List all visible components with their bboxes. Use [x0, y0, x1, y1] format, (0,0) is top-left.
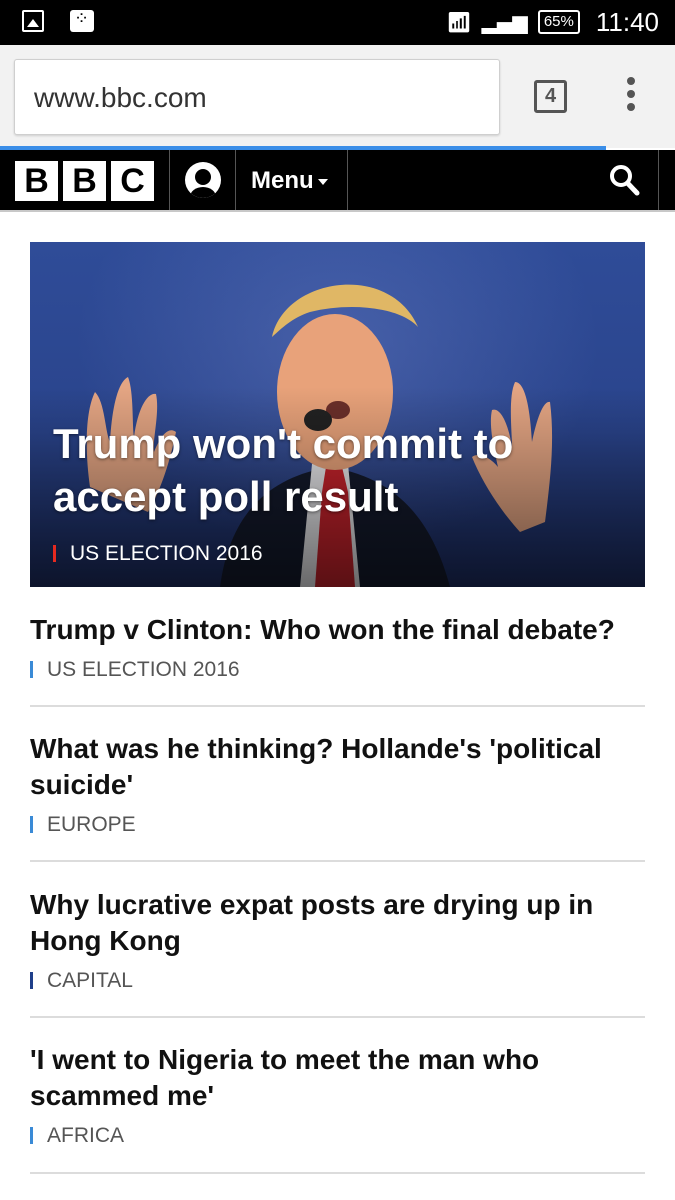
wifi-icon: 📶︎ — [446, 10, 472, 34]
account-icon[interactable] — [185, 162, 221, 198]
story-divider — [30, 705, 645, 707]
search-icon[interactable] — [609, 164, 641, 198]
hero-headline[interactable]: Trump won't commit to accept poll result — [53, 417, 573, 523]
battery-indicator: 65% — [537, 10, 580, 34]
system-indicators: 📶︎ ▂▄▆ 65% 11:40 — [446, 8, 659, 36]
bbc-logo[interactable]: B B C — [15, 161, 154, 201]
url-text[interactable]: www.bbc.com — [34, 82, 207, 114]
logo-letter: B — [15, 161, 58, 201]
menu-label: Menu — [251, 167, 314, 194]
story-item[interactable]: What was he thinking? Hollande's 'politi… — [30, 731, 645, 837]
hero-story[interactable]: Trump won't commit to accept poll result… — [30, 242, 645, 587]
story-divider — [30, 1016, 645, 1018]
logo-letter: B — [63, 161, 106, 201]
menu-button[interactable]: Menu — [251, 167, 328, 195]
signal-icon: ▂▄▆ — [481, 10, 528, 34]
chevron-down-icon — [317, 178, 328, 185]
browser-toolbar: www.bbc.com 4 — [0, 45, 675, 148]
story-tag-label: EUROPE — [47, 813, 136, 836]
story-item[interactable]: Trump v Clinton: Who won the final debat… — [30, 612, 645, 682]
story-divider — [30, 860, 645, 862]
nav-divider — [658, 150, 659, 211]
hero-tag-label: US ELECTION 2016 — [70, 542, 263, 565]
story-item[interactable]: Why lucrative expat posts are drying up … — [30, 887, 645, 993]
story-section-tag[interactable]: CAPITAL — [30, 969, 645, 993]
story-headline[interactable]: What was he thinking? Hollande's 'politi… — [30, 731, 645, 803]
bbc-navigation: B B C Menu — [0, 150, 675, 211]
story-tag-label: US ELECTION 2016 — [47, 658, 240, 681]
tag-marker — [53, 545, 56, 562]
tag-marker — [30, 972, 33, 989]
blackberry-messenger-icon — [70, 8, 94, 32]
clock: 11:40 — [595, 7, 659, 37]
story-tag-label: AFRICA — [47, 1124, 125, 1147]
tag-marker — [30, 816, 33, 833]
story-headline[interactable]: Trump v Clinton: Who won the final debat… — [30, 612, 645, 648]
overflow-menu-icon[interactable] — [622, 77, 640, 117]
story-section-tag[interactable]: US ELECTION 2016 — [30, 658, 645, 682]
nav-divider — [169, 150, 170, 211]
address-bar[interactable]: www.bbc.com — [14, 59, 500, 135]
image-notification-icon — [22, 10, 44, 32]
story-headline[interactable]: 'I went to Nigeria to meet the man who s… — [30, 1042, 645, 1114]
story-divider — [30, 1172, 645, 1174]
tag-marker — [30, 661, 33, 678]
nav-divider — [347, 150, 348, 211]
story-section-tag[interactable]: AFRICA — [30, 1124, 645, 1148]
notification-icons — [22, 8, 94, 32]
tag-marker — [30, 1127, 33, 1144]
status-bar: 📶︎ ▂▄▆ 65% 11:40 — [0, 0, 675, 45]
tab-switcher-button[interactable]: 4 — [534, 80, 567, 113]
hero-section-tag[interactable]: US ELECTION 2016 — [53, 542, 263, 566]
story-section-tag[interactable]: EUROPE — [30, 813, 645, 837]
logo-letter: C — [111, 161, 154, 201]
story-item[interactable]: 'I went to Nigeria to meet the man who s… — [30, 1042, 645, 1148]
story-tag-label: CAPITAL — [47, 969, 133, 992]
nav-divider — [235, 150, 236, 211]
nav-bottom-border — [0, 210, 675, 212]
story-headline[interactable]: Why lucrative expat posts are drying up … — [30, 887, 645, 959]
